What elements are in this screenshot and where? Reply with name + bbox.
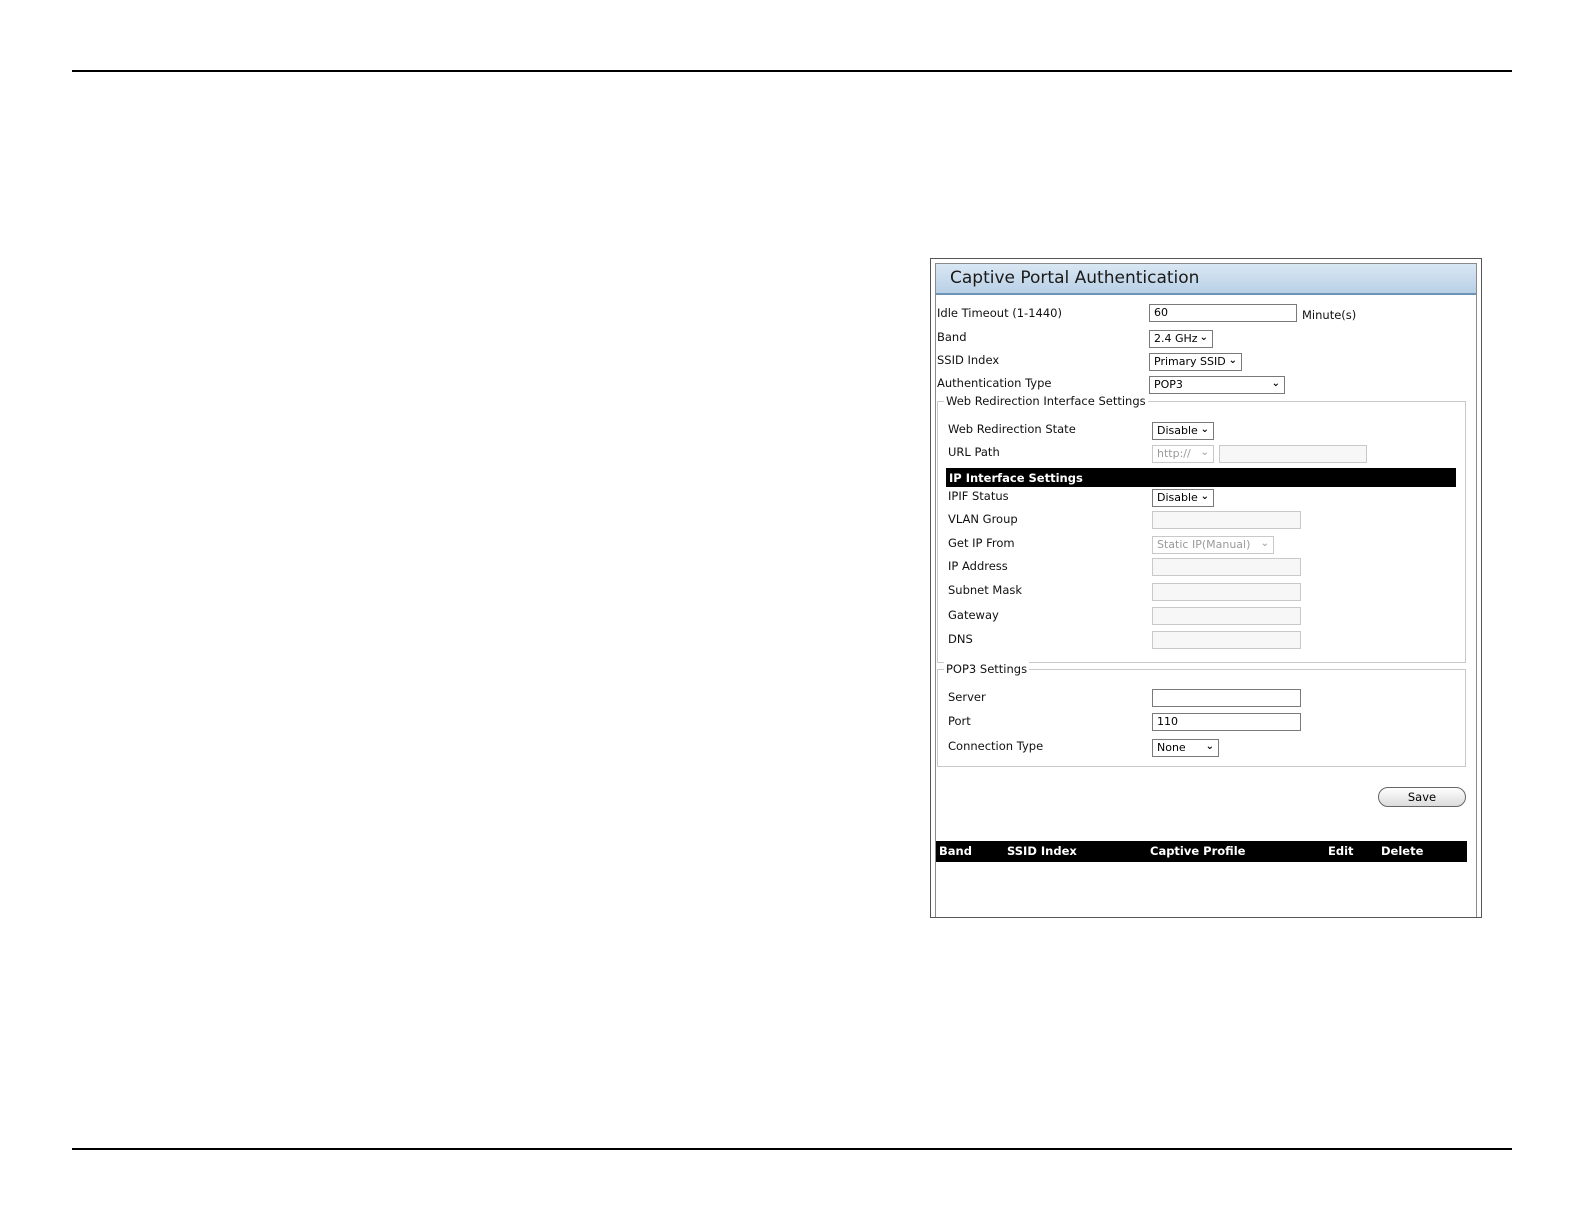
- connection-type-value: None: [1157, 741, 1186, 754]
- server-input[interactable]: [1152, 689, 1301, 707]
- chevron-down-icon: ⌄: [1271, 378, 1280, 389]
- ssid-index-label: SSID Index: [937, 353, 1000, 367]
- ssid-index-select-value: Primary SSID: [1154, 355, 1226, 368]
- ipif-status-label: IPIF Status: [948, 489, 1009, 503]
- authentication-type-select-value: POP3: [1154, 378, 1183, 391]
- chevron-down-icon: ⌄: [1205, 741, 1214, 752]
- url-path-label: URL Path: [948, 445, 1000, 459]
- ipif-status-value: Disable: [1157, 491, 1198, 504]
- dns-label: DNS: [948, 632, 973, 646]
- connection-type-select[interactable]: None ⌄: [1152, 739, 1219, 757]
- port-label: Port: [948, 714, 971, 728]
- chevron-down-icon: ⌄: [1200, 447, 1209, 458]
- title-bar: Captive Portal Authentication: [936, 264, 1476, 295]
- column-header-captive-profile: Captive Profile: [1150, 844, 1246, 858]
- table-header: Band SSID Index Captive Profile Edit Del…: [936, 841, 1467, 862]
- chevron-down-icon: ⌄: [1200, 491, 1209, 502]
- panel-frame: Captive Portal Authentication Idle Timeo…: [935, 263, 1477, 917]
- idle-timeout-unit: Minute(s): [1302, 308, 1357, 322]
- web-redirection-state-label: Web Redirection State: [948, 422, 1076, 436]
- port-input[interactable]: 110: [1152, 713, 1301, 731]
- page-title: Captive Portal Authentication: [950, 268, 1200, 288]
- captive-portal-panel: Captive Portal Authentication Idle Timeo…: [930, 258, 1482, 918]
- web-redirection-legend: Web Redirection Interface Settings: [944, 394, 1148, 408]
- url-scheme-value: http://: [1157, 447, 1191, 460]
- chevron-down-icon: ⌄: [1260, 538, 1269, 549]
- get-ip-from-label: Get IP From: [948, 536, 1015, 550]
- server-label: Server: [948, 690, 986, 704]
- subnet-mask-label: Subnet Mask: [948, 583, 1023, 597]
- dns-input[interactable]: [1152, 631, 1301, 649]
- ip-interface-settings-header: IP Interface Settings: [946, 468, 1456, 487]
- band-label: Band: [937, 330, 967, 344]
- chevron-down-icon: ⌄: [1228, 355, 1237, 366]
- save-button[interactable]: Save: [1378, 787, 1466, 807]
- vlan-group-input[interactable]: [1152, 511, 1301, 529]
- subnet-mask-input[interactable]: [1152, 583, 1301, 601]
- url-path-input[interactable]: [1219, 445, 1367, 463]
- web-redirection-state-select[interactable]: Disable ⌄: [1152, 422, 1214, 440]
- top-rule: [72, 70, 1512, 72]
- column-header-band: Band: [939, 844, 972, 858]
- get-ip-from-value: Static IP(Manual): [1157, 538, 1251, 551]
- ipif-status-select[interactable]: Disable ⌄: [1152, 489, 1214, 507]
- authentication-type-label: Authentication Type: [937, 376, 1052, 390]
- chevron-down-icon: ⌄: [1199, 332, 1208, 343]
- authentication-type-select[interactable]: POP3 ⌄: [1149, 376, 1285, 394]
- get-ip-from-select[interactable]: Static IP(Manual) ⌄: [1152, 536, 1274, 554]
- web-redirection-state-value: Disable: [1157, 424, 1198, 437]
- band-select-value: 2.4 GHz: [1154, 332, 1198, 345]
- idle-timeout-label: Idle Timeout (1-1440): [937, 306, 1062, 320]
- bottom-rule: [72, 1148, 1512, 1150]
- gateway-input[interactable]: [1152, 607, 1301, 625]
- ssid-index-select[interactable]: Primary SSID ⌄: [1149, 353, 1242, 371]
- vlan-group-label: VLAN Group: [948, 512, 1018, 526]
- url-scheme-select[interactable]: http:// ⌄: [1152, 445, 1214, 463]
- gateway-label: Gateway: [948, 608, 999, 622]
- column-header-ssid-index: SSID Index: [1007, 844, 1077, 858]
- connection-type-label: Connection Type: [948, 739, 1044, 753]
- ip-address-label: IP Address: [948, 559, 1008, 573]
- column-header-delete: Delete: [1381, 844, 1424, 858]
- idle-timeout-input[interactable]: 60: [1149, 304, 1297, 322]
- band-select[interactable]: 2.4 GHz ⌄: [1149, 330, 1213, 348]
- pop3-settings-legend: POP3 Settings: [944, 662, 1030, 676]
- column-header-edit: Edit: [1328, 844, 1354, 858]
- chevron-down-icon: ⌄: [1200, 424, 1209, 435]
- ip-address-input[interactable]: [1152, 558, 1301, 576]
